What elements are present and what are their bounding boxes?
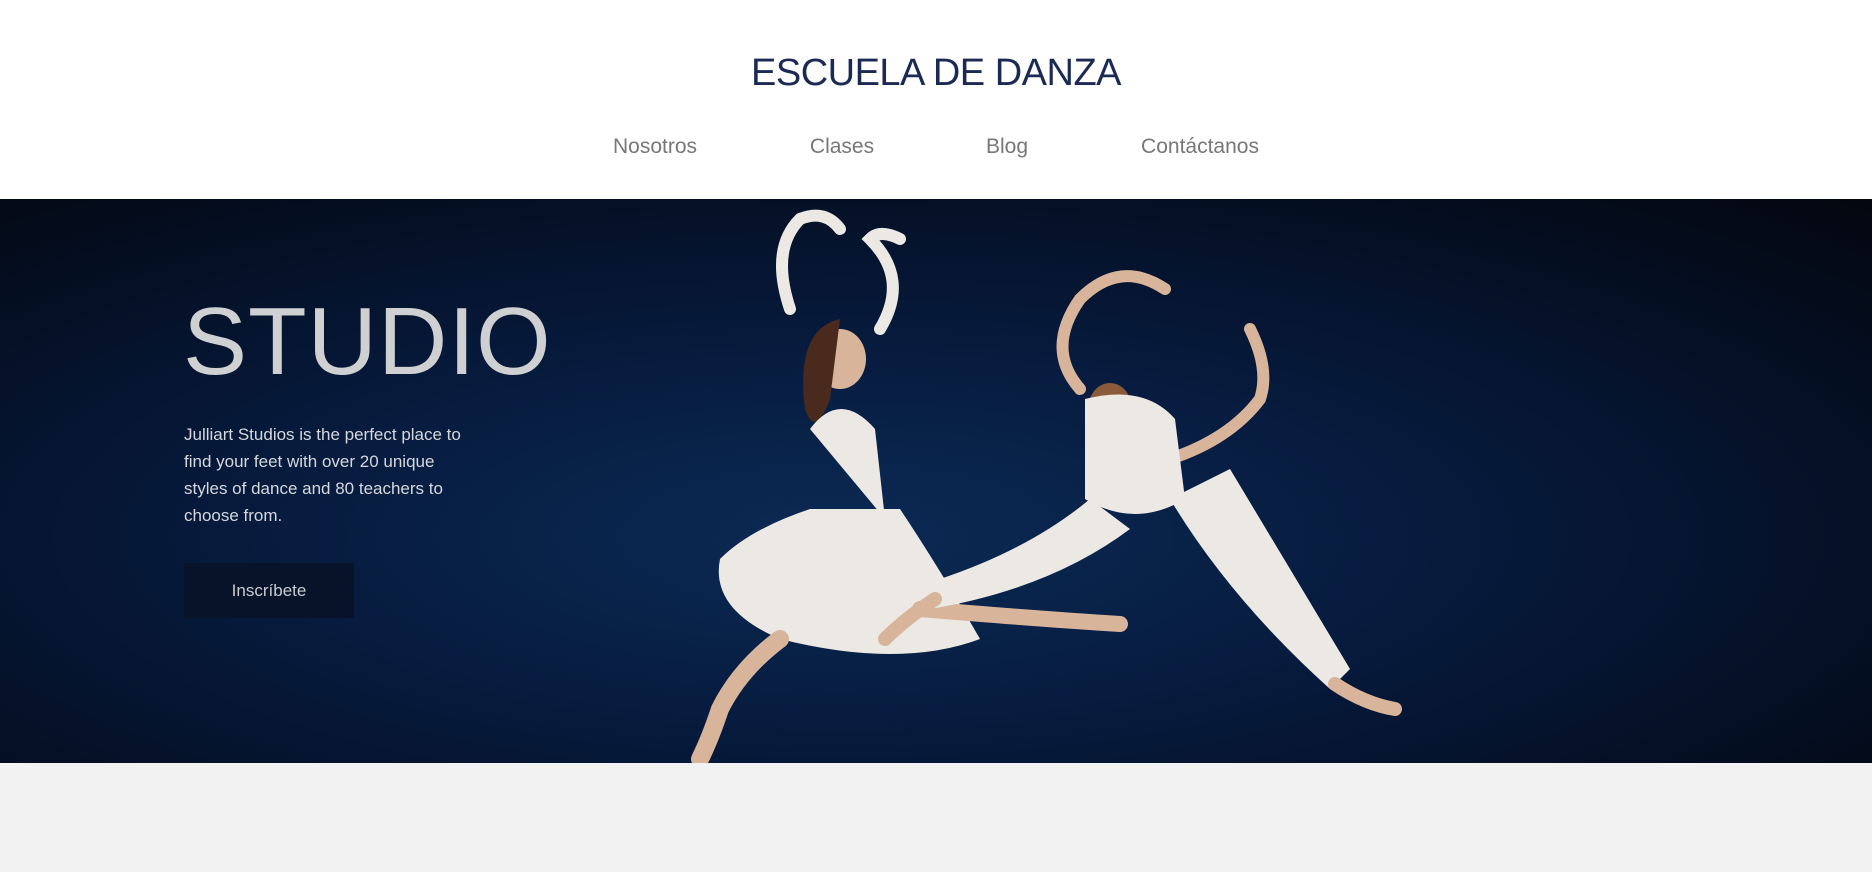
nav-item-blog[interactable]: Blog bbox=[986, 135, 1028, 159]
site-title[interactable]: ESCUELA DE DANZA bbox=[0, 52, 1872, 95]
nav-item-nosotros[interactable]: Nosotros bbox=[613, 135, 697, 159]
signup-button[interactable]: Inscríbete bbox=[184, 563, 354, 618]
nav-item-clases[interactable]: Clases bbox=[810, 135, 874, 159]
main-nav: Nosotros Clases Blog Contáctanos bbox=[0, 135, 1872, 165]
hero-description: Julliart Studios is the perfect place to… bbox=[184, 425, 461, 525]
site-header: ESCUELA DE DANZA Nosotros Clases Blog Co… bbox=[0, 0, 1872, 199]
content-section bbox=[0, 763, 1872, 872]
hero-title: STUDIO bbox=[183, 288, 552, 395]
nav-item-contactanos[interactable]: Contáctanos bbox=[1141, 135, 1259, 159]
hero-section: STUDIO Julliart Studios is the perfect p… bbox=[0, 199, 1872, 763]
dancers-image bbox=[691, 209, 1402, 763]
